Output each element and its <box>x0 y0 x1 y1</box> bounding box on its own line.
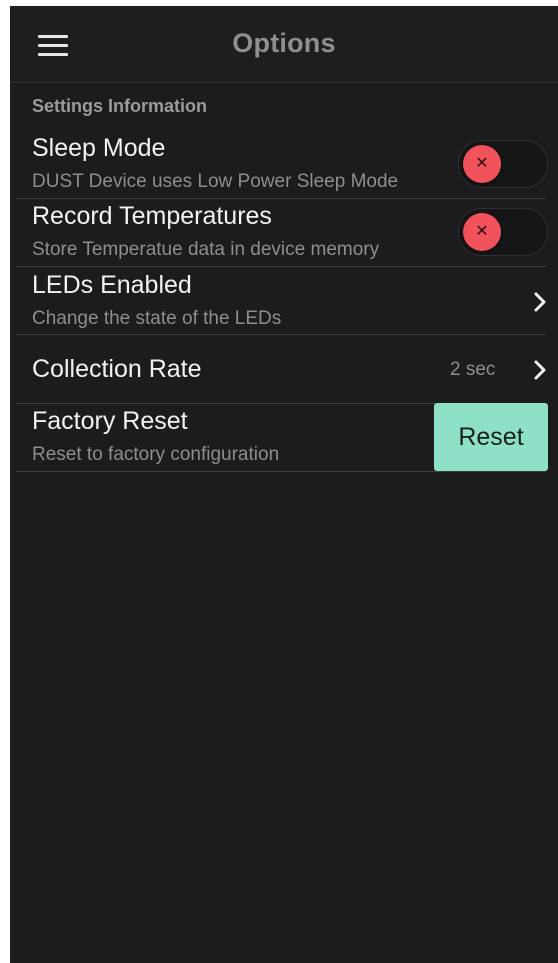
setting-description: Reset to factory configuration <box>32 444 280 465</box>
setting-label: LEDs Enabled <box>32 271 192 299</box>
app-header: Options <box>10 6 558 83</box>
setting-row-leds-enabled[interactable]: LEDs Enabled Change the state of the LED… <box>16 266 546 335</box>
factory-reset-button[interactable]: Reset <box>434 403 548 471</box>
setting-label: Sleep Mode <box>32 134 166 162</box>
toggle-knob: ✕ <box>463 145 501 183</box>
setting-description: DUST Device uses Low Power Sleep Mode <box>32 171 399 192</box>
setting-description: Store Temperatue data in device memory <box>32 239 380 260</box>
options-screen: Options Settings Information Sleep Mode … <box>10 6 558 963</box>
close-icon: ✕ <box>475 223 489 240</box>
chevron-right-icon[interactable] <box>529 359 551 381</box>
sleep-mode-toggle[interactable]: ✕ <box>458 140 548 188</box>
setting-row-record-temperatures: Record Temperatures Store Temperatue dat… <box>16 198 548 267</box>
record-temperatures-toggle[interactable]: ✕ <box>458 208 548 256</box>
close-icon: ✕ <box>475 155 489 172</box>
setting-label: Factory Reset <box>32 407 188 435</box>
page-title: Options <box>232 28 336 58</box>
chevron-right-icon[interactable] <box>529 291 551 313</box>
setting-description: Change the state of the LEDs <box>32 308 282 329</box>
setting-row-collection-rate[interactable]: Collection Rate 2 sec <box>16 334 546 404</box>
setting-row-sleep-mode: Sleep Mode DUST Device uses Low Power Sl… <box>16 130 548 199</box>
section-title: Settings Information <box>32 96 207 116</box>
setting-label: Collection Rate <box>32 355 202 383</box>
setting-label: Record Temperatures <box>32 202 272 230</box>
collection-rate-value: 2 sec <box>450 359 496 380</box>
toggle-knob: ✕ <box>463 213 501 251</box>
